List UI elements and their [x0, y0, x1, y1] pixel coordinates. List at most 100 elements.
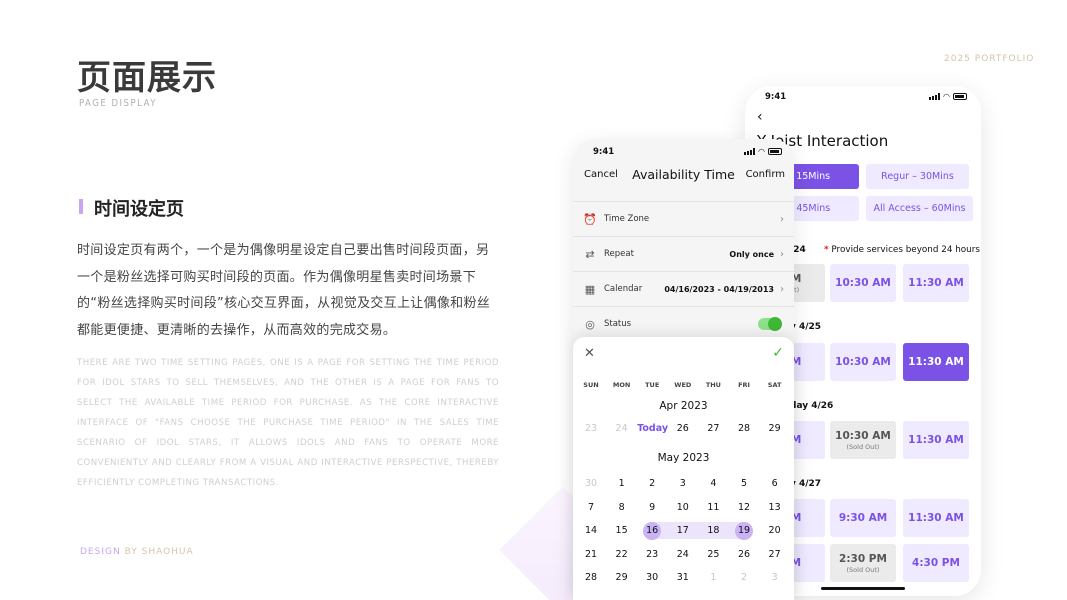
calendar-day[interactable]: 28 — [576, 572, 606, 583]
row-label: Status — [604, 319, 632, 329]
calendar-day[interactable]: 19 — [729, 525, 759, 536]
calendar-day[interactable]: 27 — [698, 423, 728, 434]
status-icon: ◎ — [585, 317, 595, 331]
service-note: * Provide services beyond 24 hours — [824, 245, 980, 255]
section-title: 时间设定页 — [94, 199, 184, 220]
time-slot[interactable]: 10:30 AM — [830, 343, 896, 381]
status-icons: ◠ — [744, 147, 782, 156]
calendar-day[interactable]: 31 — [668, 572, 698, 583]
date-label: y 4/25 — [790, 322, 822, 332]
calendar-sheet: ✕ ✓ SUN MON TUE WED THU FRI SAT Apr 2023 23 24 Tod… — [573, 337, 794, 600]
time-slot[interactable]: 11:30 AM — [903, 421, 969, 459]
calendar-day[interactable]: 7 — [576, 502, 606, 513]
time-slot[interactable]: 11:30 AM — [903, 264, 969, 302]
time-slot[interactable]: 10:30 AM — [830, 264, 896, 302]
calendar-day[interactable]: 23 — [637, 549, 667, 560]
calendar-day[interactable]: 18 — [698, 525, 728, 536]
calendar-day[interactable]: 2 — [637, 478, 667, 489]
time-slot[interactable]: 9:30 AM — [830, 499, 896, 537]
weekday-label: TUE — [645, 381, 660, 389]
page-subtitle: PAGE DISPLAY — [79, 98, 157, 109]
design-credit-rest: BY SHAOHUA — [120, 547, 194, 557]
portfolio-label: 2025 PORTFOLIO — [944, 54, 1035, 64]
battery-icon — [768, 148, 782, 155]
repeat-icon: ⇄ — [585, 247, 595, 261]
cancel-button[interactable]: Cancel — [584, 169, 618, 180]
chevron-right-icon: › — [780, 213, 784, 225]
check-icon[interactable]: ✓ — [772, 345, 784, 361]
calendar-day[interactable]: 16 — [637, 525, 667, 536]
chevron-right-icon: › — [780, 248, 784, 260]
calendar-day[interactable]: 9 — [637, 502, 667, 513]
calendar-day[interactable]: 27 — [760, 549, 790, 560]
row-label: Repeat — [604, 249, 634, 259]
signal-icon — [744, 148, 756, 155]
calendar-day[interactable]: 13 — [760, 502, 790, 513]
calendar-day[interactable]: 29 — [760, 423, 790, 434]
calendar-day[interactable]: 4 — [698, 478, 728, 489]
wifi-icon: ◠ — [943, 92, 950, 101]
today-label[interactable]: Today — [637, 423, 668, 434]
calendar-row[interactable]: ▦ Calendar 04/16/2023 - 04/19/2013 › — [573, 271, 794, 306]
sold-out-label: (Sold Out) — [846, 565, 880, 574]
calendar-day[interactable]: 24 — [668, 549, 698, 560]
month-title: Apr 2023 — [659, 400, 708, 412]
status-time: 9:41 — [765, 92, 787, 102]
repeat-row[interactable]: ⇄ Repeat Only once › — [573, 236, 794, 271]
wifi-icon: ◠ — [758, 147, 765, 156]
calendar-day[interactable]: 14 — [576, 525, 606, 536]
time-slot-sold-out: 2:30 PM (Sold Out) — [830, 544, 896, 582]
time-slot-label: 2:30 PM — [839, 552, 887, 565]
calendar-day[interactable]: 11 — [698, 502, 728, 513]
calendar-day[interactable]: 12 — [729, 502, 759, 513]
service-note-text: Provide services beyond 24 hours — [828, 245, 980, 255]
weekday-label: SUN — [583, 381, 599, 389]
time-slot-label: 11:30 AM — [908, 434, 964, 446]
calendar-day[interactable]: 8 — [607, 502, 637, 513]
status-row: ◎ Status — [573, 306, 794, 341]
calendar-day[interactable]: 3 — [668, 478, 698, 489]
confirm-button[interactable]: Confirm — [746, 169, 785, 180]
weekday-label: MON — [612, 381, 631, 389]
weekday-label: FRI — [738, 381, 750, 389]
row-value: Only once — [729, 249, 774, 259]
time-slot-label: 10:30 AM — [835, 277, 891, 289]
row-label: Time Zone — [604, 214, 650, 224]
time-slot-selected[interactable]: 11:30 AM — [903, 343, 969, 381]
calendar-day[interactable]: 26 — [729, 549, 759, 560]
calendar-day[interactable]: 15 — [607, 525, 637, 536]
status-icons: ◠ — [929, 92, 967, 101]
home-indicator — [821, 587, 905, 590]
calendar-day[interactable]: 1 — [607, 478, 637, 489]
calendar-day[interactable]: 25 — [698, 549, 728, 560]
calendar-day[interactable]: 21 — [576, 549, 606, 560]
calendar-day[interactable]: 29 — [607, 572, 637, 583]
description-english: THERE ARE TWO TIME SETTING PAGES, ONE IS… — [77, 358, 499, 488]
calendar-day: 1 — [710, 572, 717, 583]
time-slot-label: 11:30 AM — [908, 277, 964, 289]
calendar-day[interactable]: 28 — [729, 423, 759, 434]
close-icon[interactable]: ✕ — [584, 346, 595, 361]
time-slot-label: 11:30 AM — [908, 512, 964, 524]
calendar-day[interactable]: 22 — [607, 549, 637, 560]
calendar-day: 3 — [771, 572, 778, 583]
status-toggle[interactable] — [758, 317, 782, 331]
time-slot[interactable]: 11:30 AM — [903, 499, 969, 537]
calendar-day[interactable]: 10 — [668, 502, 698, 513]
sold-out-label: (Sold Out) — [846, 442, 880, 451]
package-chip-30[interactable]: Regur – 30Mins — [866, 164, 969, 189]
time-slot-label: 11:30 AM — [908, 356, 964, 368]
time-slot[interactable]: 4:30 PM — [903, 544, 969, 582]
calendar-day[interactable]: 26 — [668, 423, 698, 434]
chevron-left-icon[interactable]: ‹ — [757, 109, 763, 125]
calendar-day[interactable]: 20 — [760, 525, 790, 536]
calendar-day[interactable]: 17 — [668, 525, 698, 536]
design-credit: DESIGN BY SHAOHUA — [80, 547, 194, 557]
calendar-day[interactable]: 5 — [729, 478, 759, 489]
calendar-day[interactable]: 6 — [760, 478, 790, 489]
row-label: Calendar — [604, 284, 643, 294]
chevron-right-icon: › — [780, 283, 784, 295]
timezone-row[interactable]: ⏰ Time Zone › — [573, 201, 794, 236]
package-chip-60[interactable]: All Access – 60Mins — [866, 196, 973, 221]
calendar-day[interactable]: 30 — [637, 572, 667, 583]
